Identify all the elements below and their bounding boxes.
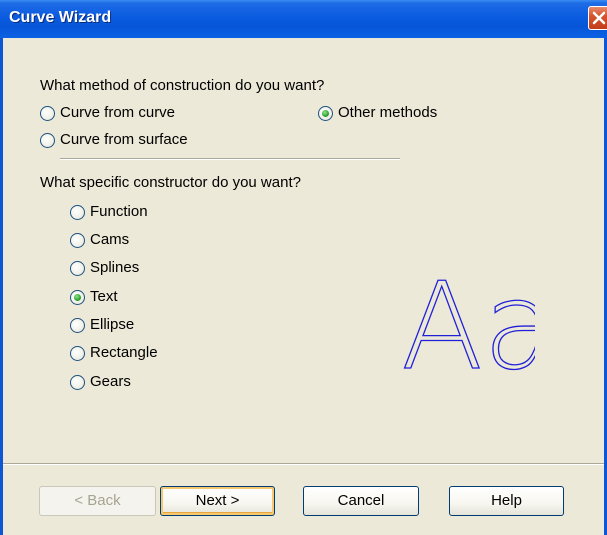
radio-label: Text — [90, 288, 118, 305]
radio-curve-from-surface[interactable]: Curve from surface — [40, 131, 250, 153]
radio-circle — [318, 106, 333, 121]
close-icon — [592, 11, 606, 25]
text-preview: Aa — [400, 272, 535, 382]
help-button[interactable]: Help — [449, 486, 564, 516]
radio-label: Ellipse — [90, 316, 135, 333]
radio-circle — [70, 233, 85, 248]
radio-selected-dot — [322, 110, 329, 117]
radio-rectangle[interactable]: Rectangle — [70, 344, 200, 366]
next-button[interactable]: Next > — [160, 486, 275, 516]
constructor-question: What specific constructor do you want? — [40, 174, 301, 191]
radio-gears[interactable]: Gears — [70, 373, 180, 395]
radio-circle — [70, 205, 85, 220]
radio-label: Curve from surface — [60, 131, 188, 148]
button-separator — [3, 463, 604, 465]
radio-label: Rectangle — [90, 344, 158, 361]
radio-other-methods[interactable]: Other methods — [318, 104, 468, 126]
radio-label: Curve from curve — [60, 104, 176, 121]
radio-label: Other methods — [338, 104, 438, 121]
radio-curve-from-curve[interactable]: Curve from curve — [40, 104, 210, 126]
back-button[interactable]: < Back — [39, 486, 156, 516]
radio-label: Gears — [90, 373, 131, 390]
radio-circle — [40, 106, 55, 121]
curve-wizard-dialog: Curve Wizard What method of construction… — [0, 0, 607, 535]
radio-circle — [70, 290, 85, 305]
radio-function[interactable]: Function — [70, 203, 180, 225]
radio-circle — [40, 133, 55, 148]
window-frame-left — [0, 38, 3, 535]
radio-ellipse[interactable]: Ellipse — [70, 316, 180, 338]
radio-circle — [70, 346, 85, 361]
radio-circle — [70, 375, 85, 390]
preview-glyphs: Aa — [401, 272, 535, 382]
window-title: Curve Wizard — [9, 9, 112, 26]
title-bar[interactable]: Curve Wizard — [0, 0, 607, 38]
radio-selected-dot — [74, 294, 81, 301]
cancel-button[interactable]: Cancel — [303, 486, 419, 516]
radio-text[interactable]: Text — [70, 288, 180, 310]
radio-label: Function — [90, 203, 148, 220]
close-button[interactable] — [588, 6, 607, 30]
radio-circle — [70, 261, 85, 276]
construction-question: What method of construction do you want? — [40, 77, 325, 94]
radio-cams[interactable]: Cams — [70, 231, 180, 253]
radio-label: Cams — [90, 231, 130, 248]
separator — [60, 158, 400, 160]
radio-label: Splines — [90, 259, 140, 276]
radio-splines[interactable]: Splines — [70, 259, 180, 281]
radio-circle — [70, 318, 85, 333]
